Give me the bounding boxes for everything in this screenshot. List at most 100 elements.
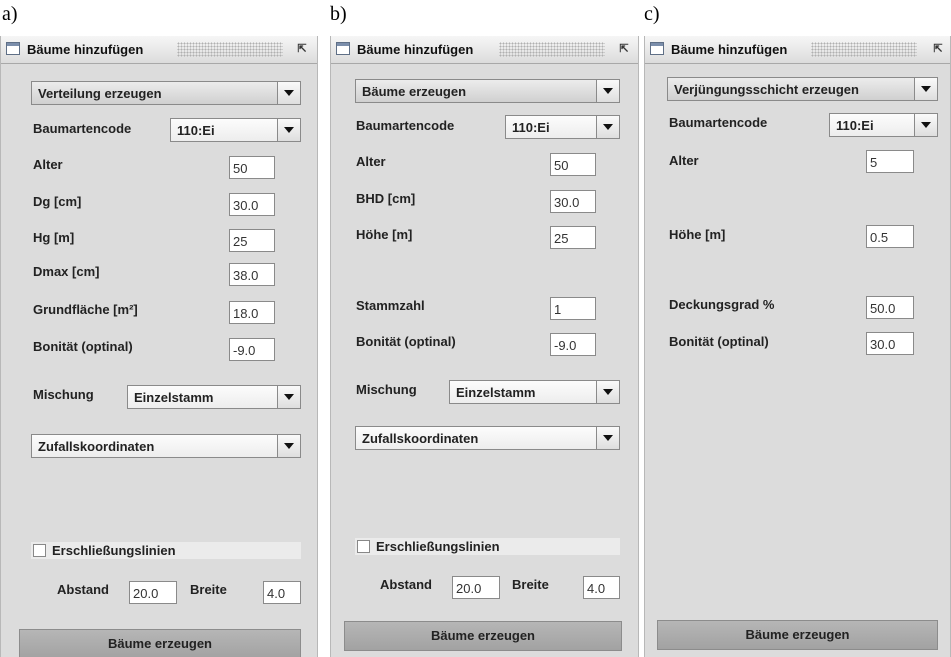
alter-input[interactable]: 50 (550, 153, 596, 176)
species-dropdown-value: 110:Ei (177, 123, 215, 138)
field-label-bonitaet: Bonität (optinal) (669, 334, 769, 349)
field-label-dmax: Dmax [cm] (33, 264, 100, 279)
panel-a-window: Bäume hinzufügen ⇱ Verteilung erzeugen B… (0, 36, 318, 657)
bonitaet-input[interactable]: -9.0 (229, 338, 275, 361)
hg-input[interactable]: 25 (229, 229, 275, 252)
access-lines-label: Erschließungslinien (52, 543, 176, 558)
create-trees-button[interactable]: Bäume erzeugen (19, 629, 301, 657)
chevron-down-icon[interactable] (596, 80, 619, 102)
alter-input[interactable]: 50 (229, 156, 275, 179)
create-trees-button[interactable]: Bäume erzeugen (344, 621, 622, 651)
titlebar-grip (811, 42, 917, 57)
access-lines-checkbox[interactable] (33, 544, 46, 557)
dg-input[interactable]: 30.0 (229, 193, 275, 216)
field-label-bhd: BHD [cm] (356, 191, 416, 206)
window-icon (6, 42, 20, 55)
spacing-label: Abstand (57, 582, 109, 597)
mode-dropdown[interactable]: Bäume erzeugen (355, 79, 620, 103)
width-input[interactable]: 4.0 (263, 581, 301, 604)
mode-dropdown[interactable]: Verteilung erzeugen (31, 81, 301, 105)
bonitaet-input[interactable]: 30.0 (866, 332, 914, 355)
stammzahl-input[interactable]: 1 (550, 297, 596, 320)
mode-dropdown[interactable]: Verjüngungsschicht erzeugen (667, 77, 938, 101)
spacing-input[interactable]: 20.0 (129, 581, 177, 604)
field-label-deckungsgrad: Deckungsgrad % (669, 297, 775, 312)
bhd-input[interactable]: 30.0 (550, 190, 596, 213)
field-label-bonitaet: Bonität (optinal) (33, 339, 133, 354)
spacing-label: Abstand (380, 577, 432, 592)
species-label: Baumartencode (356, 118, 455, 133)
species-dropdown[interactable]: 110:Ei (170, 118, 301, 142)
window-icon (336, 42, 350, 55)
maximize-icon[interactable]: ⇱ (296, 42, 308, 56)
species-dropdown-value: 110:Ei (836, 118, 874, 133)
coordinates-dropdown[interactable]: Zufallskoordinaten (31, 434, 301, 458)
access-lines-checkbox-row[interactable]: Erschließungslinien (31, 542, 301, 559)
window-icon (650, 42, 664, 55)
field-label-bonitaet: Bonität (optinal) (356, 334, 456, 349)
chevron-down-icon[interactable] (596, 381, 619, 403)
field-label-dg: Dg [cm] (33, 194, 82, 209)
chevron-down-icon[interactable] (277, 435, 300, 457)
access-lines-checkbox[interactable] (357, 540, 370, 553)
access-lines-checkbox-row[interactable]: Erschließungslinien (355, 538, 620, 555)
mixing-dropdown[interactable]: Einzelstamm (449, 380, 620, 404)
mode-dropdown-value: Verjüngungsschicht erzeugen (674, 82, 859, 97)
mixing-label: Mischung (356, 382, 417, 397)
field-label-alter: Alter (33, 157, 63, 172)
species-dropdown-value: 110:Ei (512, 120, 550, 135)
field-label-alter: Alter (669, 153, 699, 168)
mixing-dropdown-value: Einzelstamm (456, 385, 536, 400)
spacing-input[interactable]: 20.0 (452, 576, 500, 599)
species-dropdown[interactable]: 110:Ei (829, 113, 938, 137)
create-trees-button[interactable]: Bäume erzeugen (657, 620, 938, 650)
bonitaet-input[interactable]: -9.0 (550, 333, 596, 356)
field-label-stammzahl: Stammzahl (356, 298, 425, 313)
window-title: Bäume hinzufügen (357, 42, 474, 57)
chevron-down-icon[interactable] (277, 119, 300, 141)
chevron-down-icon[interactable] (596, 116, 619, 138)
deckungsgrad-input[interactable]: 50.0 (866, 296, 914, 319)
maximize-icon[interactable]: ⇱ (932, 42, 944, 56)
coordinates-dropdown[interactable]: Zufallskoordinaten (355, 426, 620, 450)
hoehe-input[interactable]: 0.5 (866, 225, 914, 248)
window-titlebar[interactable]: Bäume hinzufügen ⇱ (331, 36, 638, 64)
grundflaeche-input[interactable]: 18.0 (229, 301, 275, 324)
dmax-input[interactable]: 38.0 (229, 263, 275, 286)
species-label: Baumartencode (669, 115, 768, 130)
coordinates-dropdown-value: Zufallskoordinaten (38, 439, 155, 454)
chevron-down-icon[interactable] (914, 78, 937, 100)
titlebar-grip (177, 42, 283, 57)
species-label: Baumartencode (33, 121, 132, 136)
field-label-hoehe: Höhe [m] (356, 227, 413, 242)
mode-dropdown-value: Verteilung erzeugen (38, 86, 162, 101)
panel-c-caption: c) (644, 3, 660, 25)
coordinates-dropdown-value: Zufallskoordinaten (362, 431, 479, 446)
chevron-down-icon[interactable] (277, 82, 300, 104)
width-label: Breite (512, 577, 549, 592)
alter-input[interactable]: 5 (866, 150, 914, 173)
chevron-down-icon[interactable] (596, 427, 619, 449)
window-title: Bäume hinzufügen (671, 42, 788, 57)
width-input[interactable]: 4.0 (583, 576, 620, 599)
chevron-down-icon[interactable] (277, 386, 300, 408)
panel-b-caption: b) (330, 3, 347, 25)
hoehe-input[interactable]: 25 (550, 226, 596, 249)
field-label-grundflaeche: Grundfläche [m²] (33, 302, 138, 317)
mixing-label: Mischung (33, 387, 94, 402)
access-lines-label: Erschließungslinien (376, 539, 500, 554)
field-label-hg: Hg [m] (33, 230, 75, 245)
window-titlebar[interactable]: Bäume hinzufügen ⇱ (1, 36, 317, 64)
titlebar-grip (499, 42, 605, 57)
mixing-dropdown[interactable]: Einzelstamm (127, 385, 301, 409)
panel-a-caption: a) (2, 3, 18, 25)
width-label: Breite (190, 582, 227, 597)
chevron-down-icon[interactable] (914, 114, 937, 136)
maximize-icon[interactable]: ⇱ (618, 42, 630, 56)
species-dropdown[interactable]: 110:Ei (505, 115, 620, 139)
field-label-hoehe: Höhe [m] (669, 227, 726, 242)
mixing-dropdown-value: Einzelstamm (134, 390, 214, 405)
panel-c-window: Bäume hinzufügen ⇱ Verjüngungsschicht er… (644, 36, 951, 657)
window-titlebar[interactable]: Bäume hinzufügen ⇱ (645, 36, 950, 64)
field-label-alter: Alter (356, 154, 386, 169)
